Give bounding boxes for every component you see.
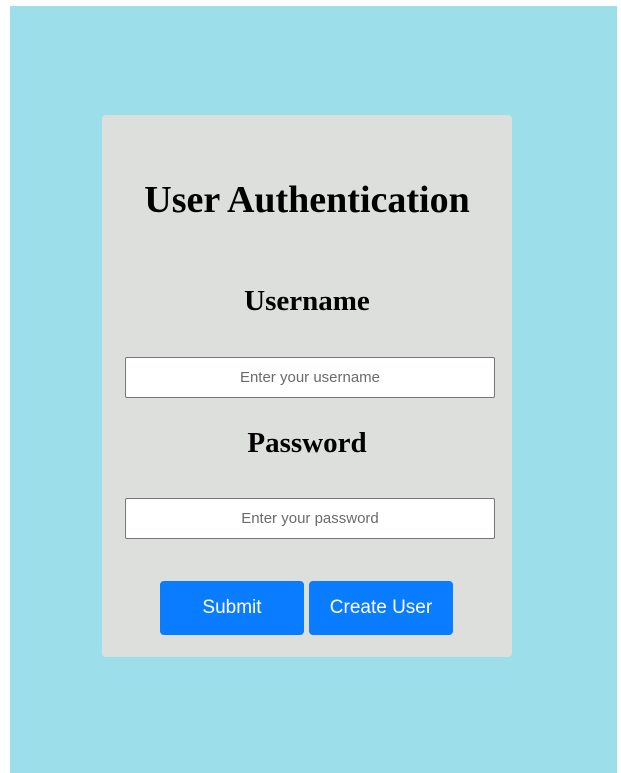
auth-card: User Authentication Username Password Su… (102, 115, 512, 657)
username-input[interactable] (125, 357, 495, 398)
page-title: User Authentication (144, 179, 470, 221)
password-input[interactable] (125, 498, 495, 539)
page-background: User Authentication Username Password Su… (10, 6, 617, 773)
username-label: Username (244, 285, 370, 317)
password-label: Password (247, 427, 367, 459)
submit-button[interactable]: Submit (160, 581, 304, 635)
create-user-button[interactable]: Create User (309, 581, 453, 635)
